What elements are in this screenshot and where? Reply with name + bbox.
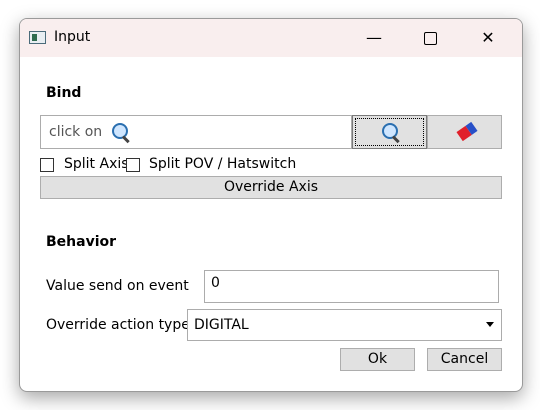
override-type-value: DIGITAL — [194, 317, 249, 333]
split-axis-label[interactable]: Split Axis — [64, 156, 129, 172]
clear-bind-button[interactable] — [427, 115, 502, 149]
chevron-down-icon — [486, 322, 494, 327]
maximize-button[interactable] — [402, 19, 458, 57]
bind-field-text: click on — [49, 124, 103, 140]
search-bind-button[interactable] — [352, 115, 427, 149]
value-send-input[interactable]: 0 — [204, 270, 499, 303]
magnifier-icon — [381, 122, 401, 144]
override-type-label: Override action type — [46, 317, 190, 333]
behavior-section-label: Behavior — [46, 234, 117, 250]
ok-button[interactable]: Ok — [340, 348, 415, 371]
bind-input-field[interactable]: click on — [40, 115, 352, 149]
override-type-select[interactable]: DIGITAL — [187, 309, 502, 341]
bind-section-label: Bind — [46, 85, 82, 101]
maximize-icon — [423, 32, 437, 45]
split-axis-checkbox[interactable] — [40, 158, 54, 172]
close-button[interactable]: ✕ — [460, 19, 516, 57]
input-dialog: Input — ✕ Bind click on Split Axis Split… — [19, 18, 523, 392]
split-pov-label[interactable]: Split POV / Hatswitch — [149, 156, 296, 172]
value-send-label: Value send on event — [46, 278, 189, 294]
split-pov-checkbox[interactable] — [126, 158, 140, 172]
override-axis-button[interactable]: Override Axis — [40, 176, 502, 199]
app-window-icon — [29, 31, 46, 44]
cancel-button[interactable]: Cancel — [427, 348, 502, 371]
eraser-icon — [456, 121, 478, 142]
title-bar[interactable]: Input — ✕ — [20, 19, 522, 57]
window-title: Input — [54, 29, 91, 45]
magnifier-icon — [111, 122, 131, 144]
minimize-button[interactable]: — — [346, 19, 402, 57]
